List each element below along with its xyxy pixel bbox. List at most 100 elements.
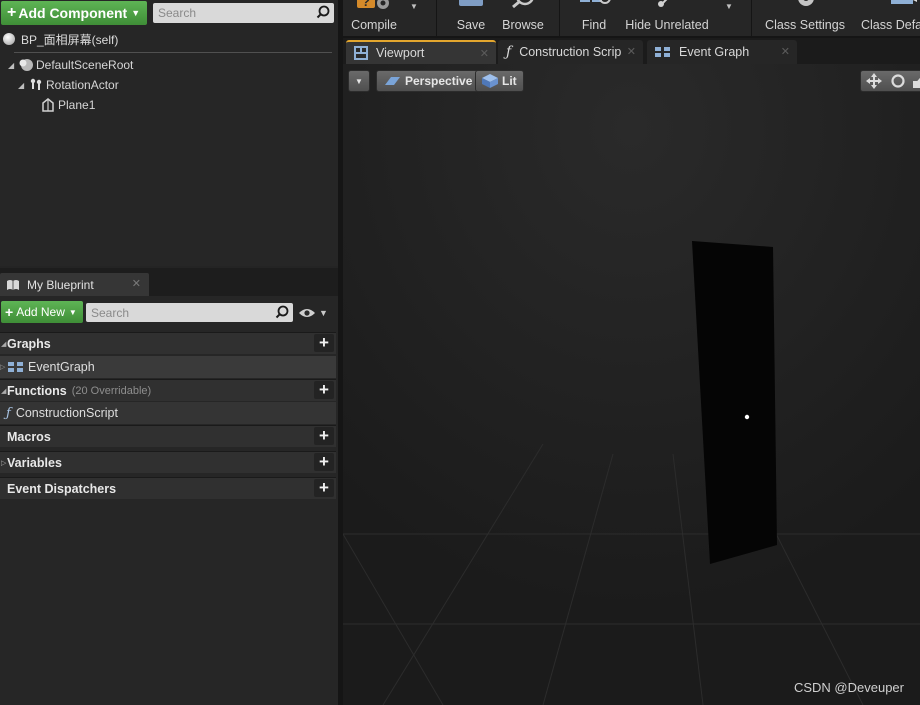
toolbar-separator xyxy=(751,0,752,36)
tree-item-plane1[interactable]: Plane1 xyxy=(40,96,95,114)
add-function-button[interactable]: + xyxy=(314,380,334,399)
tab-label: Event Graph xyxy=(679,45,750,59)
tab-viewport[interactable]: Viewport ✕ xyxy=(346,40,496,64)
hide-unrelated-icon xyxy=(658,0,668,7)
rotate-icon[interactable] xyxy=(890,73,906,89)
compile-icon: ? xyxy=(357,0,389,9)
components-search-input[interactable]: Search xyxy=(153,3,334,23)
my-blueprint-search-input[interactable]: Search xyxy=(86,303,293,322)
tab-event-graph[interactable]: Event Graph ✕ xyxy=(647,40,797,64)
section-macros[interactable]: Macros + xyxy=(0,425,336,447)
compile-button[interactable]: ? Compile xyxy=(349,0,399,36)
event-graph-icon xyxy=(655,46,671,58)
static-mesh-icon xyxy=(40,97,56,113)
toolbar-separator xyxy=(436,0,437,36)
magnifier-icon xyxy=(512,0,534,9)
class-settings-button[interactable]: Class Settings xyxy=(763,0,847,36)
section-graphs[interactable]: ◢ Graphs + xyxy=(0,332,336,354)
close-icon[interactable]: ✕ xyxy=(781,45,790,58)
pivot-point xyxy=(744,414,750,420)
viewport-options-button[interactable]: ▼ xyxy=(348,70,370,92)
close-icon[interactable]: ✕ xyxy=(132,277,141,290)
gear-icon xyxy=(798,0,814,6)
list-item-construction-script[interactable]: ƒ ConstructionScript xyxy=(0,402,336,424)
perspective-button[interactable]: Perspective xyxy=(376,70,480,92)
tab-construction-script[interactable]: ƒ Construction Scrip ✕ xyxy=(498,40,643,64)
section-sublabel: (20 Overridable) xyxy=(71,384,152,397)
transform-tools-group xyxy=(860,70,920,92)
expand-triangle-icon: ◢ xyxy=(1,387,7,395)
plus-icon: + xyxy=(7,4,17,21)
view-options-button[interactable]: ▼ xyxy=(298,306,330,320)
save-button[interactable]: Save xyxy=(451,0,491,36)
translate-icon[interactable] xyxy=(866,73,882,89)
tab-label: Construction Scrip xyxy=(519,45,622,59)
tool-label: Hide Unrelated xyxy=(625,18,709,32)
divider xyxy=(14,52,332,53)
find-button[interactable]: Find xyxy=(574,0,614,36)
close-icon[interactable]: ✕ xyxy=(480,47,489,60)
expand-triangle-icon: ◢ xyxy=(18,80,25,90)
plus-icon: + xyxy=(5,304,14,320)
tree-item-label: DefaultSceneRoot xyxy=(36,58,134,72)
toolbar-separator xyxy=(559,0,560,36)
tool-label: Class Settings xyxy=(765,18,845,32)
add-component-label: Add Component xyxy=(18,5,128,21)
add-macro-button[interactable]: + xyxy=(314,426,334,445)
section-label: Functions xyxy=(7,383,67,398)
tool-label: Find xyxy=(581,18,607,32)
viewport[interactable]: ▼ Perspective Lit CSDN @Deveuper xyxy=(343,64,920,705)
list-item-event-graph[interactable]: ▷ EventGraph xyxy=(0,356,336,378)
compile-options-dropdown[interactable]: ▼ xyxy=(410,2,418,11)
tree-item-label: Plane1 xyxy=(58,98,96,112)
tool-label: Class Defa xyxy=(861,18,920,32)
scale-icon[interactable] xyxy=(912,73,920,89)
my-blueprint-panel: My Blueprint ✕ + Add New ▼ Search ▼ ◢ Gr… xyxy=(0,268,338,705)
class-defaults-icon xyxy=(891,0,917,4)
viewport-icon xyxy=(354,46,368,60)
item-label: EventGraph xyxy=(28,360,95,374)
tab-my-blueprint[interactable]: My Blueprint ✕ xyxy=(0,273,149,296)
search-placeholder: Search xyxy=(91,305,130,320)
event-graph-icon xyxy=(8,362,23,372)
tab-label: Viewport xyxy=(376,46,425,60)
hide-unrelated-button[interactable]: Hide Unrelated xyxy=(625,0,709,36)
lit-button[interactable]: Lit xyxy=(475,70,524,92)
add-event-dispatcher-button[interactable]: + xyxy=(314,478,334,497)
expand-triangle-icon: ◢ xyxy=(1,340,7,348)
function-icon: ƒ xyxy=(506,44,512,60)
add-variable-button[interactable]: + xyxy=(314,452,334,471)
chevron-down-icon: ▼ xyxy=(68,307,77,317)
section-event-dispatchers[interactable]: Event Dispatchers + xyxy=(0,477,336,499)
close-icon[interactable]: ✕ xyxy=(627,45,636,58)
section-label: Graphs xyxy=(7,336,51,351)
search-icon xyxy=(275,305,289,319)
section-label: Macros xyxy=(7,429,51,444)
lit-label: Lit xyxy=(502,74,517,88)
perspective-label: Perspective xyxy=(405,74,473,88)
blueprint-self-row[interactable]: BP_面相屏幕(self) xyxy=(0,29,338,49)
viewport-scene xyxy=(343,64,920,705)
search-icon xyxy=(316,5,330,19)
add-component-button[interactable]: + Add Component ▼ xyxy=(1,1,147,25)
collapse-triangle-icon: ▷ xyxy=(0,364,6,371)
tab-label: My Blueprint xyxy=(27,277,94,292)
function-icon: ƒ xyxy=(6,405,11,421)
browse-button[interactable]: Browse xyxy=(498,0,548,36)
section-variables[interactable]: ▷ Variables + xyxy=(0,451,336,473)
section-label: Event Dispatchers xyxy=(7,481,117,496)
add-new-button[interactable]: + Add New ▼ xyxy=(1,301,83,323)
class-defaults-button[interactable]: Class Defa xyxy=(857,0,920,36)
section-functions[interactable]: ◢ Functions (20 Overridable) + xyxy=(0,379,336,401)
tree-item-label: RotationActor xyxy=(46,78,119,92)
chevron-down-icon: ▼ xyxy=(131,8,141,18)
add-graph-button[interactable]: + xyxy=(314,333,334,352)
tree-item-rotation-actor[interactable]: ◢ RotationActor xyxy=(18,76,119,94)
rotating-movement-icon xyxy=(28,77,44,93)
item-label: ConstructionScript xyxy=(15,406,118,420)
tool-label: Compile xyxy=(351,18,397,32)
tree-item-default-scene-root[interactable]: ◢ DefaultSceneRoot xyxy=(8,56,133,74)
find-in-blueprint-icon xyxy=(580,0,611,4)
left-column: + Add Component ▼ Search BP_面相屏幕(self) ◢… xyxy=(0,0,340,705)
hide-unrelated-dropdown[interactable]: ▼ xyxy=(725,2,733,11)
